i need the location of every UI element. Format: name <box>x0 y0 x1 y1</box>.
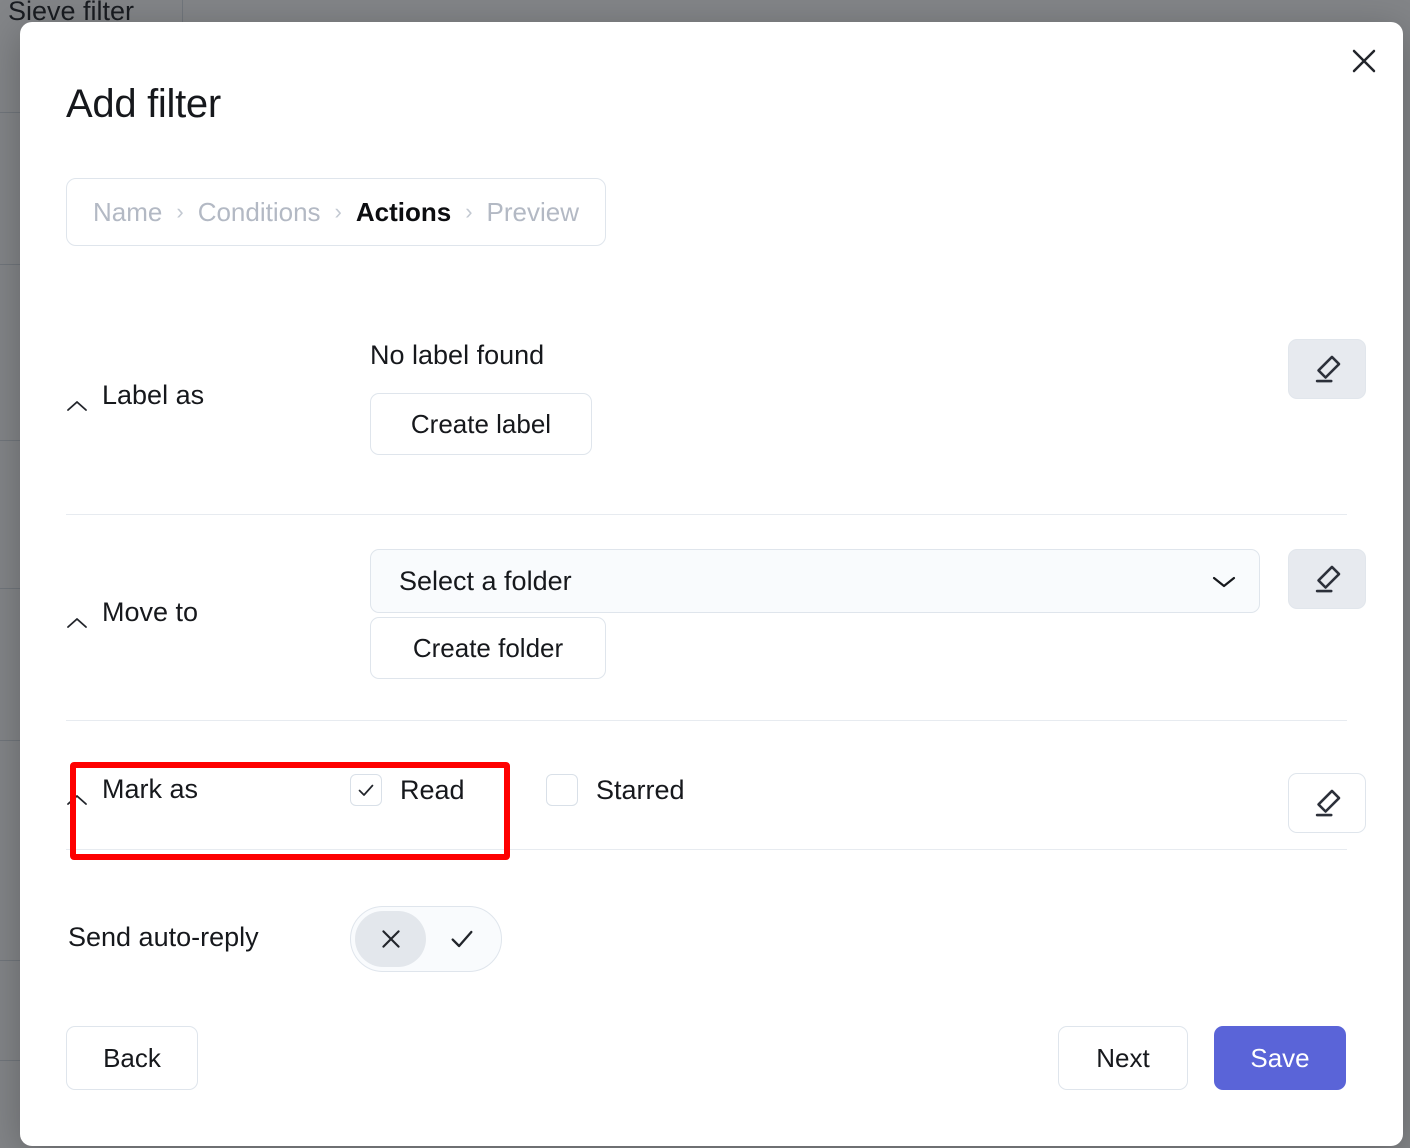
section-divider <box>66 514 1347 515</box>
save-button[interactable]: Save <box>1214 1026 1346 1090</box>
breadcrumb-separator: › <box>176 199 184 224</box>
breadcrumb-step-conditions[interactable]: Conditions <box>198 197 321 228</box>
folder-select[interactable]: Select a folder <box>370 549 1260 613</box>
section-title-move-to: Move to <box>102 597 199 627</box>
folder-select-value: Select a folder <box>399 565 572 596</box>
breadcrumb-step-name[interactable]: Name <box>93 197 162 228</box>
x-icon[interactable] <box>355 911 426 967</box>
auto-reply-toggle[interactable] <box>350 906 502 972</box>
no-label-found-text: No label found <box>370 340 545 370</box>
section-divider <box>66 720 1347 721</box>
section-title-mark-as: Mark as <box>102 774 199 804</box>
checkbox-starred-box[interactable] <box>546 774 578 806</box>
breadcrumb-separator: › <box>465 199 473 224</box>
section-toggle-move-to[interactable]: Move to <box>66 597 198 628</box>
checkbox-read-label: Read <box>400 774 465 805</box>
checkbox-starred[interactable]: Starred <box>546 774 685 806</box>
chevron-up-icon <box>66 389 88 411</box>
chevron-up-icon <box>66 606 88 628</box>
clear-move-to-eraser-icon[interactable] <box>1288 549 1366 609</box>
section-toggle-label-as[interactable]: Label as <box>66 380 204 411</box>
add-filter-dialog: Add filter Name › Conditions › Actions ›… <box>20 22 1403 1146</box>
checkbox-starred-label: Starred <box>596 774 685 805</box>
clear-mark-as-eraser-icon[interactable] <box>1288 773 1366 833</box>
close-icon[interactable] <box>1337 34 1391 88</box>
auto-reply-label: Send auto-reply <box>68 922 259 952</box>
chevron-down-icon <box>1211 566 1237 597</box>
dialog-title: Add filter <box>66 82 221 126</box>
section-title-label-as: Label as <box>102 380 205 410</box>
breadcrumb-step-preview[interactable]: Preview <box>487 197 579 228</box>
section-divider <box>66 849 1347 850</box>
checkbox-read[interactable]: Read <box>350 774 465 806</box>
create-label-button[interactable]: Create label <box>370 393 592 455</box>
breadcrumb-step-actions[interactable]: Actions <box>356 197 451 228</box>
back-button[interactable]: Back <box>66 1026 198 1090</box>
clear-label-as-eraser-icon[interactable] <box>1288 339 1366 399</box>
next-button[interactable]: Next <box>1058 1026 1188 1090</box>
check-icon[interactable] <box>426 911 497 967</box>
checkbox-read-box[interactable] <box>350 774 382 806</box>
breadcrumb-separator: › <box>334 199 342 224</box>
create-folder-button[interactable]: Create folder <box>370 617 606 679</box>
chevron-up-icon <box>66 783 88 805</box>
breadcrumb: Name › Conditions › Actions › Preview <box>66 178 607 246</box>
section-toggle-mark-as[interactable]: Mark as <box>66 774 198 805</box>
